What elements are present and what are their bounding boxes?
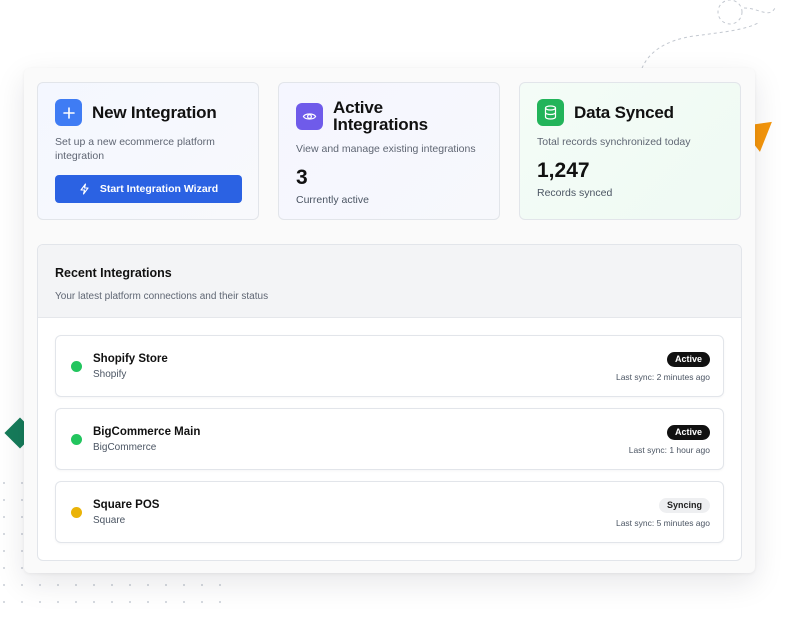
grid-dot [3, 584, 5, 586]
last-sync-text: Last sync: 5 minutes ago [615, 518, 710, 528]
active-count: 3 [296, 166, 308, 189]
grid-dot [21, 567, 23, 569]
card-description: View and manage existing integrations [296, 143, 476, 155]
grid-dot [201, 601, 203, 603]
card-title: Data Synced [574, 103, 674, 122]
lightning-icon [80, 183, 89, 195]
button-label: Start Integration Wizard [99, 183, 219, 195]
grid-dot [21, 482, 23, 484]
grid-dot [111, 584, 113, 586]
status-dot [71, 434, 82, 445]
grid-dot [129, 601, 131, 603]
integration-platform: Square [93, 515, 126, 526]
grid-dot [93, 601, 95, 603]
last-sync-text: Last sync: 1 hour ago [628, 445, 710, 455]
status-dot [71, 361, 82, 372]
last-sync-text: Last sync: 2 minutes ago [615, 372, 710, 382]
grid-dot [201, 584, 203, 586]
status-badge: Syncing [658, 498, 710, 513]
grid-dot [3, 601, 5, 603]
integration-row[interactable]: Square POS Square Syncing Last sync: 5 m… [55, 481, 724, 543]
integration-row[interactable]: Shopify Store Shopify Active Last sync: … [55, 335, 724, 397]
card-description: Total records synchronized today [537, 136, 691, 148]
grid-dot [39, 584, 41, 586]
start-integration-wizard-button[interactable]: Start Integration Wizard [55, 175, 242, 203]
grid-dot [183, 584, 185, 586]
data-synced-card: Data Synced Total records synchronized t… [519, 82, 741, 220]
grid-dot [129, 584, 131, 586]
grid-dot [75, 601, 77, 603]
integration-name: BigCommerce Main [93, 426, 201, 438]
card-title: New Integration [92, 103, 217, 122]
grid-dot [3, 516, 5, 518]
grid-dot [3, 567, 5, 569]
card-description: Set up a new ecommerce platform integrat… [55, 136, 215, 162]
grid-dot [21, 533, 23, 535]
grid-dot [3, 482, 5, 484]
grid-dot [21, 516, 23, 518]
grid-dot [111, 601, 113, 603]
grid-dot [3, 499, 5, 501]
status-badge: Active [666, 352, 710, 367]
grid-dot [219, 584, 221, 586]
grid-dot [21, 601, 23, 603]
integration-platform: Shopify [93, 369, 127, 380]
synced-count-label: Records synced [537, 187, 613, 199]
grid-dot [57, 601, 59, 603]
recent-integrations-header: Recent Integrations Your latest platform… [38, 245, 741, 318]
grid-dot [147, 601, 149, 603]
new-integration-card: New Integration Set up a new ecommerce p… [37, 82, 259, 220]
dashed-curve-decoration [639, 0, 777, 75]
plus-icon [55, 99, 82, 126]
grid-dot [39, 601, 41, 603]
integration-platform: BigCommerce [93, 442, 157, 453]
database-icon [537, 99, 564, 126]
status-dot [71, 507, 82, 518]
section-title: Recent Integrations [55, 266, 172, 280]
recent-integrations-section: Recent Integrations Your latest platform… [37, 244, 742, 561]
integration-row[interactable]: BigCommerce Main BigCommerce Active Last… [55, 408, 724, 470]
grid-dot [183, 601, 185, 603]
status-badge: Active [666, 425, 710, 440]
integration-name: Square POS [93, 499, 160, 511]
grid-dot [3, 533, 5, 535]
grid-dot [219, 601, 221, 603]
eye-icon [296, 102, 323, 130]
grid-dot [93, 584, 95, 586]
card-title: Active Integrations [333, 98, 428, 134]
active-count-label: Currently active [296, 194, 369, 206]
dashboard-panel: New Integration Set up a new ecommerce p… [24, 68, 755, 573]
synced-count: 1,247 [537, 159, 590, 182]
grid-dot [165, 584, 167, 586]
active-integrations-card: Active Integrations View and manage exis… [278, 82, 500, 220]
grid-dot [21, 550, 23, 552]
integration-name: Shopify Store [93, 353, 168, 365]
grid-dot [147, 584, 149, 586]
grid-dot [75, 584, 77, 586]
grid-dot [165, 601, 167, 603]
section-subtitle: Your latest platform connections and the… [55, 291, 269, 302]
grid-dot [21, 584, 23, 586]
grid-dot [21, 499, 23, 501]
grid-dot [57, 584, 59, 586]
grid-dot [3, 550, 5, 552]
